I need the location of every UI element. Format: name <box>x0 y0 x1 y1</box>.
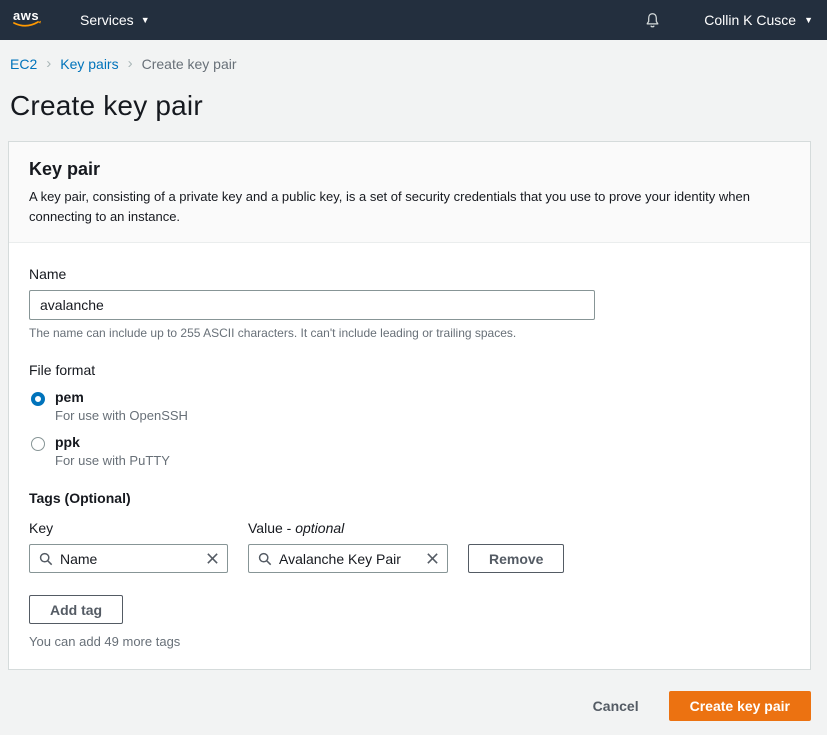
remove-tag-button[interactable]: Remove <box>468 544 564 573</box>
tag-value-label-prefix: Value - <box>248 520 295 536</box>
services-menu[interactable]: Services ▼ <box>80 12 150 28</box>
tag-value-input[interactable] <box>279 551 419 567</box>
cancel-button[interactable]: Cancel <box>593 698 639 714</box>
key-pair-panel: Key pair A key pair, consisting of a pri… <box>8 141 811 670</box>
breadcrumb-link-ec2[interactable]: EC2 <box>10 56 37 72</box>
name-label: Name <box>29 266 790 282</box>
tag-value-searchbox <box>248 544 448 573</box>
tags-title: Tags (Optional) <box>29 490 790 506</box>
search-icon <box>258 552 272 566</box>
radio-option-ppk[interactable]: ppk For use with PuTTY <box>29 434 790 468</box>
tag-key-searchbox <box>29 544 228 573</box>
name-field-group: Name The name can include up to 255 ASCI… <box>29 266 790 340</box>
tags-group: Tags (Optional) Key Value - optional <box>29 490 790 649</box>
radio-pem-description: For use with OpenSSH <box>55 408 188 423</box>
tag-key-input[interactable] <box>60 551 199 567</box>
create-key-pair-button[interactable]: Create key pair <box>669 691 811 721</box>
tag-key-label: Key <box>29 520 228 536</box>
tags-remaining-text: You can add 49 more tags <box>29 634 790 649</box>
bell-icon <box>643 11 662 30</box>
chevron-right-icon: › <box>128 56 133 71</box>
radio-unselected-icon[interactable] <box>31 437 45 451</box>
form-actions: Cancel Create key pair <box>8 691 811 721</box>
breadcrumb-link-key-pairs[interactable]: Key pairs <box>60 56 118 72</box>
user-account-menu[interactable]: Collin K Cusce ▼ <box>704 12 813 28</box>
page-title: Create key pair <box>0 72 827 122</box>
close-icon <box>426 552 439 565</box>
search-icon <box>39 552 53 566</box>
close-icon <box>206 552 219 565</box>
file-format-label: File format <box>29 362 790 378</box>
aws-logo-icon: aws <box>10 7 46 31</box>
name-input[interactable] <box>29 290 595 320</box>
aws-logo[interactable]: aws <box>10 7 46 34</box>
tags-grid: Key Value - optional <box>29 520 790 573</box>
radio-ppk-description: For use with PuTTY <box>55 453 170 468</box>
name-constraint-text: The name can include up to 255 ASCII cha… <box>29 326 790 340</box>
chevron-down-icon: ▼ <box>141 16 150 25</box>
chevron-right-icon: › <box>46 56 51 71</box>
panel-header: Key pair A key pair, consisting of a pri… <box>9 142 810 243</box>
notifications-button[interactable] <box>643 11 662 30</box>
panel-body: Name The name can include up to 255 ASCI… <box>9 243 810 669</box>
services-menu-label: Services <box>80 12 134 28</box>
top-navigation-bar: aws Services ▼ Collin K Cusce ▼ <box>0 0 827 40</box>
file-format-group: File format pem For use with OpenSSH ppk… <box>29 362 790 468</box>
radio-ppk-label: ppk <box>55 434 170 450</box>
radio-selected-icon[interactable] <box>31 392 45 406</box>
tag-value-label: Value - optional <box>248 520 448 536</box>
chevron-down-icon: ▼ <box>804 16 813 25</box>
tag-value-label-optional: optional <box>295 520 344 536</box>
radio-texts: ppk For use with PuTTY <box>55 434 170 468</box>
panel-title: Key pair <box>29 159 790 180</box>
add-tag-button[interactable]: Add tag <box>29 595 123 624</box>
radio-pem-label: pem <box>55 389 188 405</box>
radio-option-pem[interactable]: pem For use with OpenSSH <box>29 389 790 423</box>
svg-text:aws: aws <box>13 8 39 23</box>
clear-value-button[interactable] <box>426 552 439 565</box>
breadcrumb: EC2 › Key pairs › Create key pair <box>0 40 827 72</box>
radio-texts: pem For use with OpenSSH <box>55 389 188 423</box>
breadcrumb-current: Create key pair <box>142 56 237 72</box>
clear-key-button[interactable] <box>206 552 219 565</box>
panel-description: A key pair, consisting of a private key … <box>29 187 790 227</box>
user-name: Collin K Cusce <box>704 12 796 28</box>
